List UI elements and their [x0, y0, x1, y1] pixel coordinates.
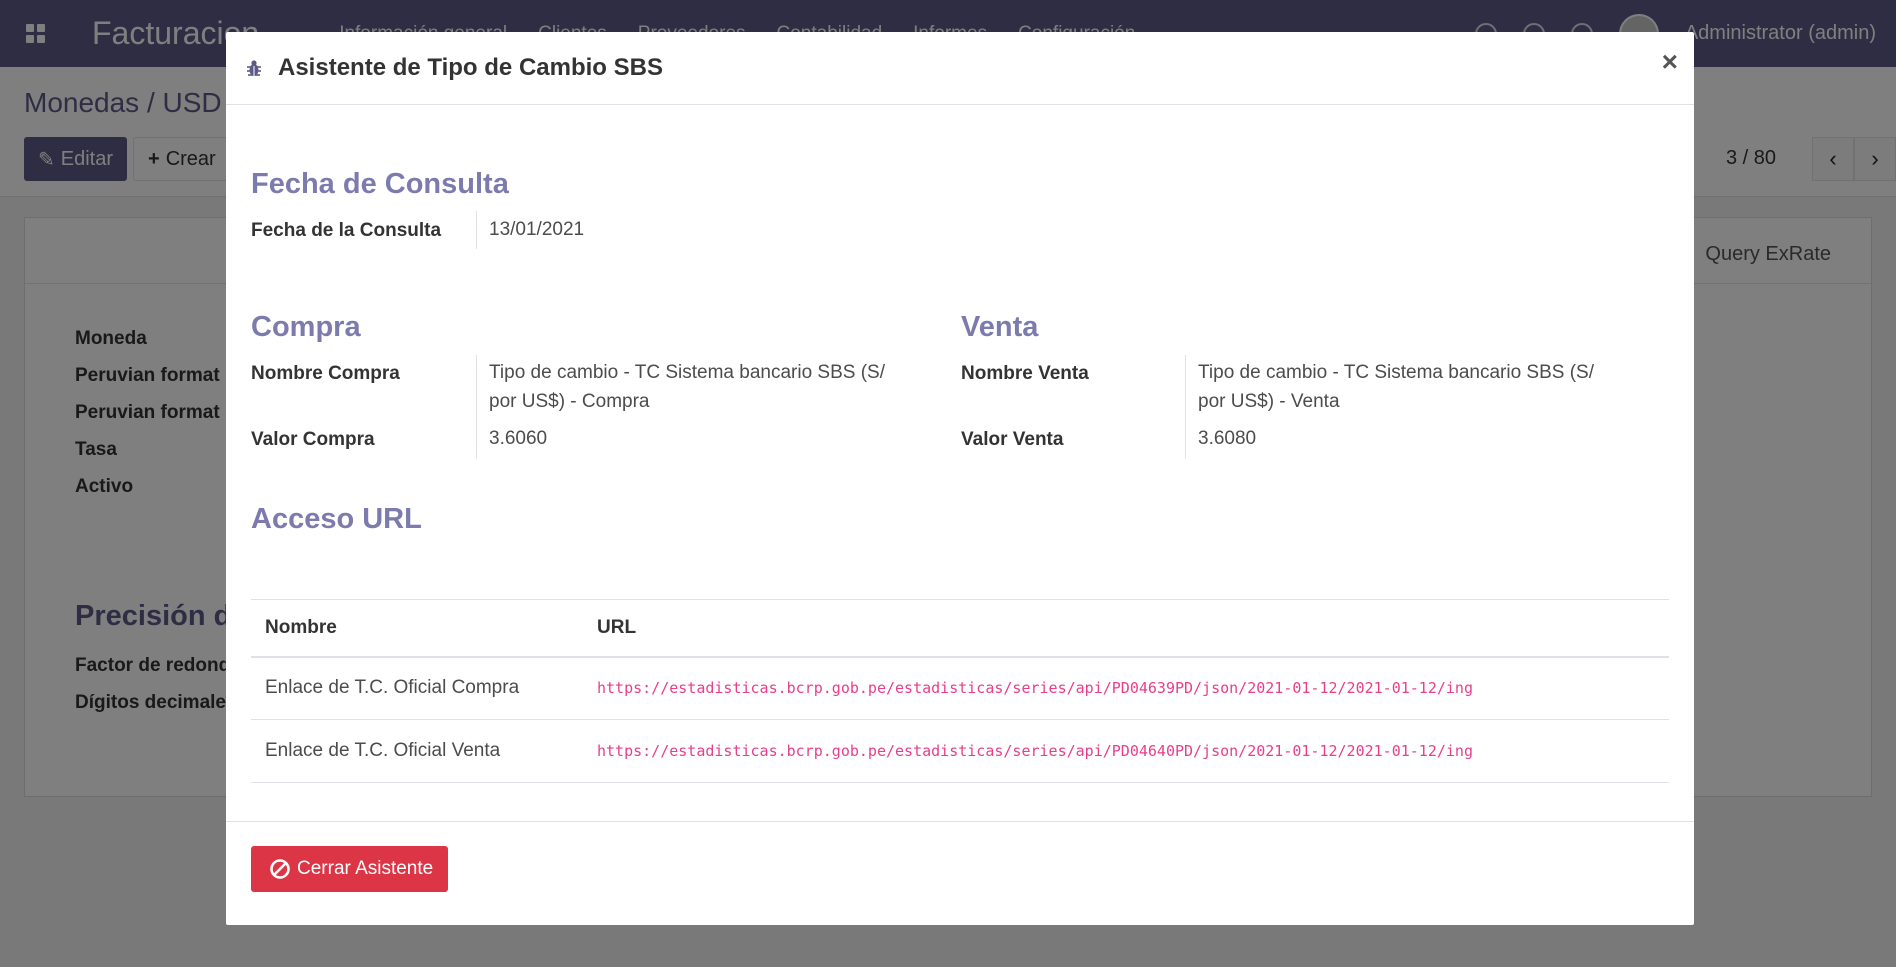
close-wizard-label: Cerrar Asistente	[297, 858, 434, 879]
table-row[interactable]: Enlace de T.C. Oficial Compra https://es…	[251, 656, 1669, 720]
nombre-venta-value: Tipo de cambio - TC Sistema bancario SBS…	[1198, 362, 1594, 412]
modal-title: Asistente de Tipo de Cambio SBS	[278, 54, 663, 81]
column-header-nombre[interactable]: Nombre	[251, 599, 583, 658]
ban-icon	[270, 859, 290, 879]
row-url[interactable]: https://estadisticas.bcrp.gob.pe/estadis…	[583, 656, 1669, 720]
table-row[interactable]: Enlace de T.C. Oficial Venta https://est…	[251, 719, 1669, 783]
bug-icon	[247, 60, 261, 76]
valor-venta-label: Valor Venta	[961, 429, 1064, 450]
modal-header: Asistente de Tipo de Cambio SBS ×	[226, 32, 1694, 105]
url-table: Nombre URL Enlace de T.C. Oficial Compra…	[251, 599, 1669, 783]
field-separator	[476, 419, 477, 459]
field-separator	[1185, 419, 1186, 459]
nombre-venta-label: Nombre Venta	[961, 363, 1089, 384]
valor-compra-label: Valor Compra	[251, 429, 375, 450]
nombre-compra-value: Tipo de cambio - TC Sistema bancario SBS…	[489, 362, 885, 412]
field-separator	[1185, 355, 1186, 419]
modal-body: Fecha de Consulta Fecha de la Consulta 1…	[226, 105, 1694, 821]
exchange-rate-wizard-dialog: Asistente de Tipo de Cambio SBS × Fecha …	[226, 32, 1694, 925]
valor-compra-value: 3.6060	[489, 428, 548, 449]
fecha-label: Fecha de la Consulta	[251, 220, 442, 241]
fecha-section-title: Fecha de Consulta	[251, 168, 509, 200]
nombre-compra-label: Nombre Compra	[251, 363, 400, 384]
close-wizard-button[interactable]: Cerrar Asistente	[251, 846, 449, 892]
table-header-row: Nombre URL	[251, 599, 1669, 658]
row-nombre: Enlace de T.C. Oficial Compra	[251, 656, 583, 720]
field-separator	[476, 355, 477, 419]
row-nombre: Enlace de T.C. Oficial Venta	[251, 719, 583, 783]
fecha-value: 13/01/2021	[489, 219, 585, 240]
row-url[interactable]: https://estadisticas.bcrp.gob.pe/estadis…	[583, 719, 1669, 783]
column-header-url[interactable]: URL	[583, 599, 1669, 658]
compra-section-title: Compra	[251, 311, 361, 343]
venta-section-title: Venta	[961, 311, 1039, 343]
url-section-title: Acceso URL	[251, 503, 422, 535]
field-separator	[476, 211, 477, 249]
close-icon[interactable]: ×	[1662, 46, 1678, 78]
modal-footer: Cerrar Asistente	[226, 821, 1694, 925]
valor-venta-value: 3.6080	[1198, 428, 1257, 449]
